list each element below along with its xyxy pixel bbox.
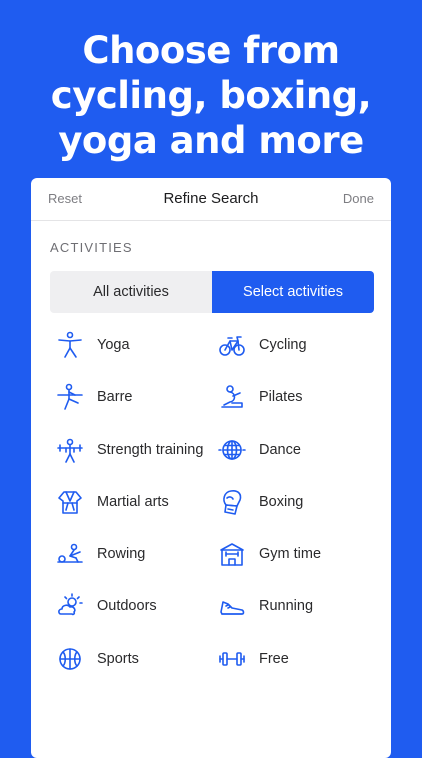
gym-icon bbox=[217, 539, 247, 569]
activity-item-free[interactable]: Free bbox=[217, 633, 367, 685]
activity-item-gym-time[interactable]: Gym time bbox=[217, 528, 367, 580]
strength-icon bbox=[55, 435, 85, 465]
rowing-icon bbox=[55, 539, 85, 569]
activity-label: Sports bbox=[97, 650, 139, 667]
pilates-icon bbox=[217, 382, 247, 412]
activity-label: Free bbox=[259, 650, 289, 667]
activity-grid: Yoga Cycling Barre Pilates Strength trai… bbox=[31, 319, 391, 685]
activity-item-pilates[interactable]: Pilates bbox=[217, 371, 367, 423]
barre-icon bbox=[55, 382, 85, 412]
activity-label: Pilates bbox=[259, 389, 303, 406]
martial-arts-icon bbox=[55, 487, 85, 517]
select-activities-segment[interactable]: Select activities bbox=[212, 271, 374, 313]
activity-label: Gym time bbox=[259, 546, 322, 563]
activity-item-outdoors[interactable]: Outdoors bbox=[55, 580, 205, 632]
headline-line-2: cycling, boxing, bbox=[50, 74, 372, 117]
disco-ball-icon bbox=[217, 435, 247, 465]
activity-item-boxing[interactable]: Boxing bbox=[217, 476, 367, 528]
sun-cloud-icon bbox=[55, 591, 85, 621]
activity-label: Cycling bbox=[259, 337, 307, 353]
yoga-icon bbox=[55, 330, 85, 360]
activity-item-running[interactable]: Running bbox=[217, 580, 367, 632]
boxing-glove-icon bbox=[217, 487, 247, 517]
activity-label: Martial arts bbox=[97, 493, 169, 510]
sheet-title: Refine Search bbox=[163, 190, 259, 207]
activity-item-barre[interactable]: Barre bbox=[55, 371, 205, 423]
activity-label: Yoga bbox=[97, 337, 130, 353]
headline-line-1: Choose from bbox=[82, 29, 340, 72]
activity-label: Barre bbox=[97, 389, 133, 406]
activity-label: Dance bbox=[259, 441, 301, 458]
activity-label: Running bbox=[259, 598, 314, 615]
activity-label: Outdoors bbox=[97, 598, 157, 615]
activity-filter-segmented-control: All activities Select activities bbox=[50, 271, 374, 313]
activity-label: Boxing bbox=[259, 493, 304, 510]
activity-item-sports[interactable]: Sports bbox=[55, 633, 205, 685]
activity-item-strength-training[interactable]: Strength training bbox=[55, 424, 205, 476]
ball-icon bbox=[55, 644, 85, 674]
promo-headline: Choose from cycling, boxing, yoga and mo… bbox=[0, 28, 422, 163]
cycling-icon bbox=[217, 330, 247, 360]
activity-item-dance[interactable]: Dance bbox=[217, 424, 367, 476]
all-activities-segment[interactable]: All activities bbox=[50, 271, 212, 313]
sheet-header: Reset Refine Search Done bbox=[31, 178, 391, 221]
dumbbell-icon bbox=[217, 644, 247, 674]
running-shoe-icon bbox=[217, 591, 247, 621]
activity-label: Strength training bbox=[97, 441, 204, 458]
done-button[interactable]: Done bbox=[343, 191, 374, 206]
activity-item-martial-arts[interactable]: Martial arts bbox=[55, 476, 205, 528]
refine-search-sheet: Reset Refine Search Done ACTIVITIES All … bbox=[31, 178, 391, 758]
activity-item-cycling[interactable]: Cycling bbox=[217, 319, 367, 371]
section-label-activities: ACTIVITIES bbox=[50, 240, 133, 255]
activity-item-rowing[interactable]: Rowing bbox=[55, 528, 205, 580]
activity-item-yoga[interactable]: Yoga bbox=[55, 319, 205, 371]
activity-label: Rowing bbox=[97, 546, 146, 563]
headline-line-3: yoga and more bbox=[58, 119, 364, 162]
